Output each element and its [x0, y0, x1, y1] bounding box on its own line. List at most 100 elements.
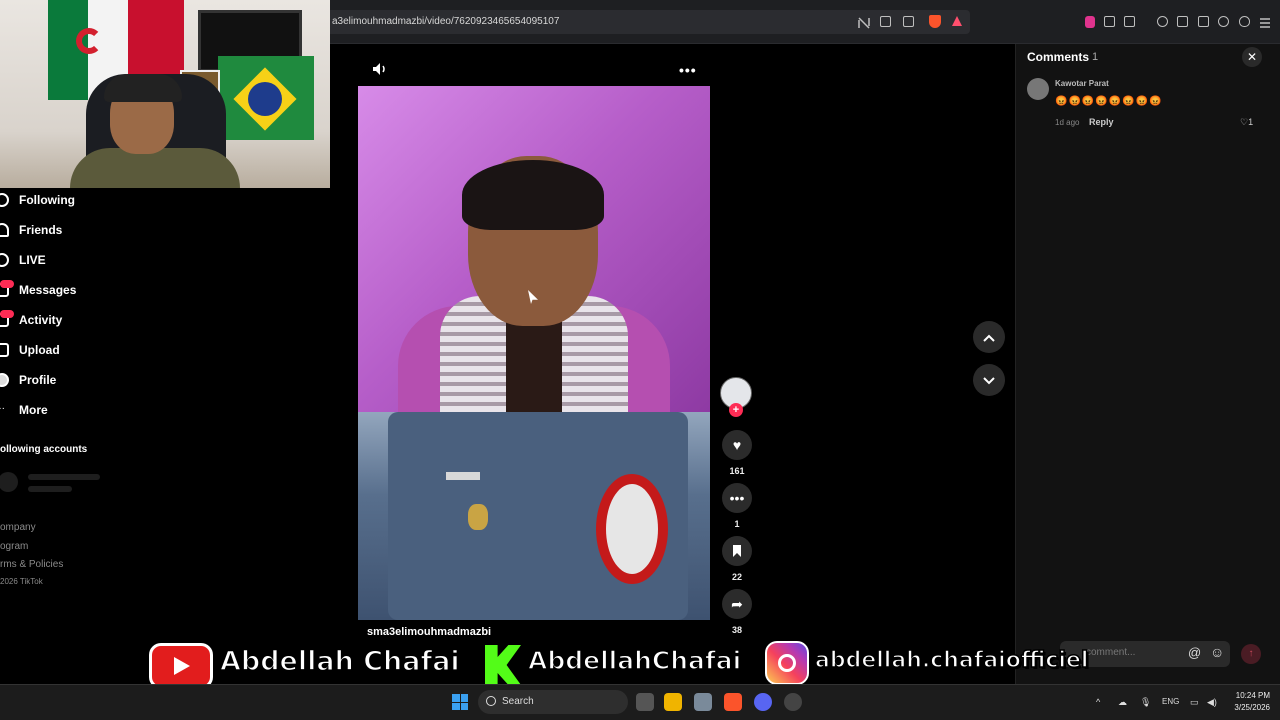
clock-time: 10:24 PM	[1235, 691, 1270, 700]
previous-video-button[interactable]	[973, 321, 1005, 353]
more-options-icon[interactable]: •••	[679, 62, 697, 78]
taskbar-clock[interactable]: 10:24 PM 3/25/2026	[1226, 690, 1270, 714]
comment-input-placeholder: comment...	[1086, 647, 1136, 658]
address-bar[interactable]: a3elimouhmadmazbi/video/7620923465654095…	[326, 10, 970, 34]
share-count: 38	[731, 625, 742, 635]
volume-icon[interactable]	[372, 62, 388, 76]
vpn-icon[interactable]	[1239, 16, 1250, 27]
reader-mode-icon[interactable]	[858, 16, 870, 29]
loading-line	[28, 474, 100, 480]
kick-logo-icon	[485, 645, 521, 685]
brave-shields-icon[interactable]	[929, 15, 941, 28]
emoji-icon[interactable]: ☺	[1210, 644, 1224, 660]
media-icon[interactable]	[1157, 16, 1168, 27]
live-icon	[0, 253, 9, 267]
cast-icon[interactable]	[880, 16, 891, 27]
comment-like-button[interactable]: ♡1	[1240, 117, 1253, 128]
sidebar-item-activity[interactable]: Activity	[0, 310, 140, 330]
footer-link-program[interactable]: ogram	[0, 541, 28, 552]
sidebar-item-messages[interactable]: Messages	[0, 280, 140, 300]
extensions-icon[interactable]	[1104, 16, 1115, 27]
wallet-icon[interactable]	[1198, 16, 1209, 27]
leo-ai-icon[interactable]	[1218, 16, 1229, 27]
sidebar-item-upload[interactable]: Upload	[0, 340, 140, 360]
brave-browser-icon[interactable]	[724, 693, 742, 711]
bookmark-count: 22	[731, 572, 742, 582]
like-count: 161	[729, 466, 745, 476]
search-icon	[486, 696, 496, 706]
sidebar-item-label: Activity	[19, 313, 63, 327]
more-icon: ···	[0, 403, 5, 414]
sidebar-item-following[interactable]: Following	[0, 190, 140, 210]
screen: a3elimouhmadmazbi/video/7620923465654095…	[0, 0, 1280, 720]
next-video-button[interactable]	[973, 364, 1005, 396]
commenter-name[interactable]: Kawotar Parat	[1055, 79, 1109, 88]
comment-like-count: 1	[1248, 117, 1254, 127]
close-comments-button[interactable]: ✕	[1242, 47, 1262, 67]
streamer-shirt	[70, 148, 240, 188]
microphone-icon[interactable]: 🎙	[1140, 697, 1151, 708]
sidebar-item-more[interactable]: ··· More	[0, 400, 140, 420]
video-player[interactable]	[358, 86, 710, 620]
sidebar-item-live[interactable]: LIVE	[0, 250, 140, 270]
brave-rewards-icon[interactable]	[952, 16, 962, 26]
video-author[interactable]: sma3elimouhmadmazbi	[367, 626, 491, 638]
bookmark-button[interactable]	[722, 536, 752, 566]
volume-tray-icon[interactable]: ◀)	[1207, 697, 1217, 708]
comments-panel: Comments 1 ✕ Kawotar Parat 😡😡😡😡😡😡😡😡 1d a…	[1015, 44, 1280, 684]
footer-link-company[interactable]: ompany	[0, 522, 36, 533]
video-frame-bottom	[358, 412, 710, 620]
task-view-icon[interactable]	[636, 693, 654, 711]
commenter-avatar[interactable]	[1027, 78, 1049, 100]
send-comment-button[interactable]: ↑	[1241, 644, 1261, 664]
sidebar-item-label: LIVE	[19, 253, 46, 267]
discord-icon[interactable]	[754, 693, 772, 711]
sidebar-toggle-icon[interactable]	[1177, 16, 1188, 27]
chatgpt-icon[interactable]	[784, 693, 802, 711]
notification-badge	[0, 310, 14, 318]
language-indicator[interactable]: ENG	[1162, 697, 1179, 706]
clock-date: 3/25/2026	[1234, 703, 1270, 712]
file-explorer-icon[interactable]	[664, 693, 682, 711]
windows-start-icon[interactable]	[452, 694, 468, 710]
comment-time: 1d ago	[1055, 118, 1080, 127]
comments-count: 1	[1092, 51, 1099, 63]
mention-button[interactable]: @	[1188, 645, 1201, 660]
network-icon[interactable]: ▭	[1190, 697, 1199, 708]
share-icon[interactable]	[903, 16, 914, 27]
sidebar-item-friends[interactable]: Friends	[0, 220, 140, 240]
sidebar-item-label: Profile	[19, 373, 57, 387]
friends-icon	[0, 223, 9, 237]
upload-icon	[0, 343, 9, 357]
notification-badge	[0, 280, 14, 288]
reply-button[interactable]: Reply	[1089, 117, 1114, 127]
streamer-cap	[104, 74, 182, 102]
follow-plus-icon[interactable]: +	[729, 403, 743, 417]
tray-overflow-icon[interactable]: ^	[1096, 697, 1100, 707]
footer-link-terms[interactable]: rms & Policies	[0, 559, 63, 570]
comment-text: 😡😡😡😡😡😡😡😡	[1055, 96, 1163, 107]
share-button[interactable]: ➦	[722, 589, 752, 619]
instagram-logo-icon	[765, 641, 809, 685]
menu-icon[interactable]	[1259, 16, 1270, 28]
like-button[interactable]: ♥	[722, 430, 752, 460]
sidebar-item-label: Friends	[19, 223, 63, 237]
copyright: 2026 TikTok	[0, 577, 43, 586]
onedrive-icon[interactable]: ☁	[1118, 697, 1127, 708]
loading-line	[28, 486, 72, 492]
sidebar-item-label: More	[19, 403, 48, 417]
youtube-logo-icon	[149, 643, 213, 689]
following-accounts-heading: ollowing accounts	[0, 444, 88, 455]
taskbar-search[interactable]: Search	[478, 690, 628, 714]
kick-channel-name: AbdellahChafai	[527, 645, 742, 676]
webcam-overlay	[0, 0, 330, 188]
camera-app-icon[interactable]	[694, 693, 712, 711]
extension-badge-icon[interactable]	[1085, 16, 1095, 28]
brazil-flag-image	[218, 56, 314, 140]
windows-taskbar: Search ^ ☁ 🎙 ENG ▭ ◀) 10:24 PM 3/25/2026	[0, 684, 1280, 720]
following-icon	[0, 193, 9, 207]
comment-button[interactable]: •••	[722, 483, 752, 513]
url-text: a3elimouhmadmazbi/video/7620923465654095…	[332, 16, 560, 27]
screenshot-icon[interactable]	[1124, 16, 1135, 27]
sidebar-item-profile[interactable]: Profile	[0, 370, 140, 390]
